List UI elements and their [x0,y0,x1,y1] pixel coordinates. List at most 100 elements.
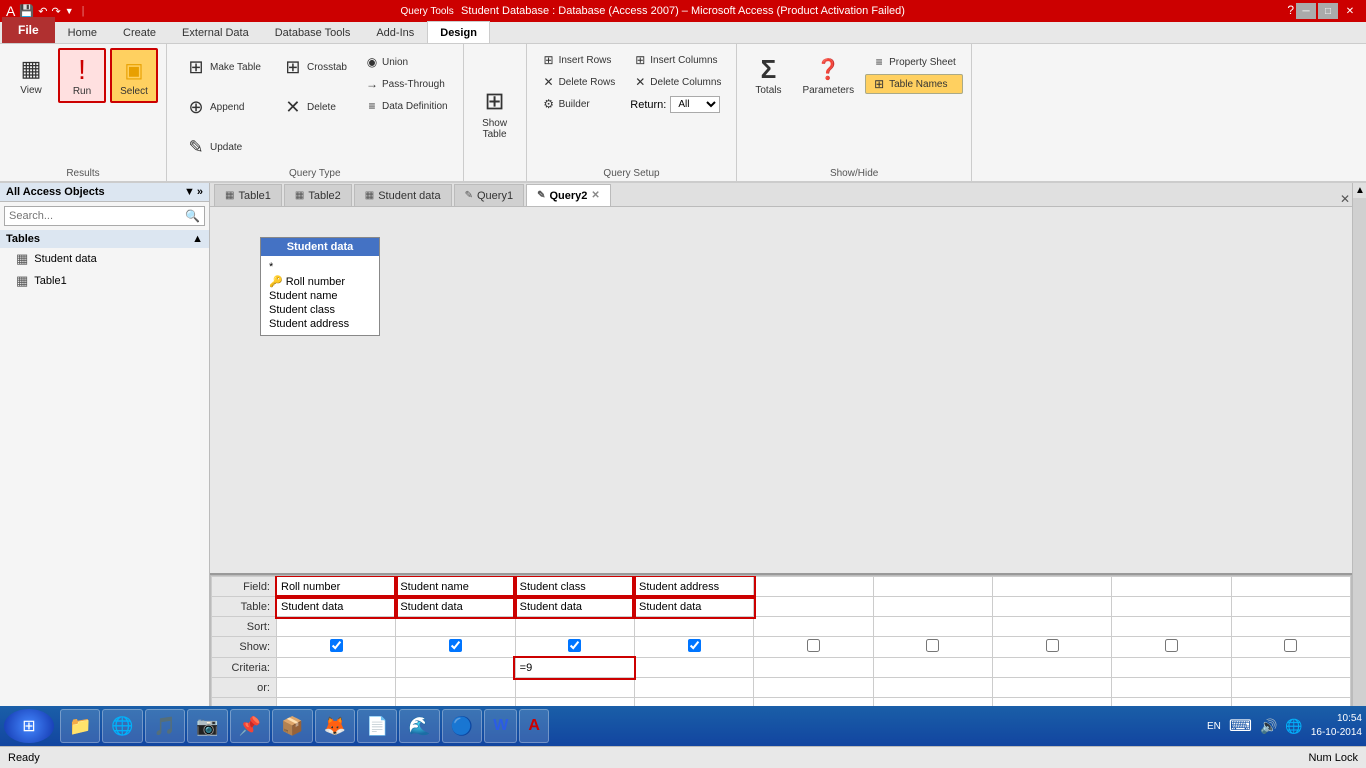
tab-query1[interactable]: ✎ Query1 [454,184,524,206]
table-col9[interactable] [1231,597,1350,617]
field-col7[interactable] [992,577,1111,597]
scroll-up[interactable]: ▲ [1353,183,1366,198]
table-col6[interactable] [873,597,992,617]
taskbar-box[interactable]: 📦 [272,709,312,743]
quick-access-dropdown[interactable]: ▼ [65,6,74,16]
tab-file[interactable]: File [2,17,55,43]
table-names-button[interactable]: ⊞ Table Names [865,74,963,94]
sort-col6[interactable] [873,617,992,637]
or-col9[interactable] [1231,678,1350,698]
delete-rows-button[interactable]: ✕ Delete Rows [535,72,623,92]
sidebar-item-student-data[interactable]: ▦ Student data [0,248,209,270]
sort-col7[interactable] [992,617,1111,637]
criteria-col3[interactable]: =9 [515,658,634,678]
show-col8[interactable] [1112,637,1231,658]
search-input[interactable] [9,210,185,222]
search-box[interactable]: 🔍 [4,206,205,226]
select-button[interactable]: ▣ Select [110,48,158,103]
criteria-col5[interactable] [754,658,873,678]
tables-section-header[interactable]: Tables ▲ [0,230,209,248]
sidebar-expand-icon[interactable]: » [197,186,203,198]
tab-home[interactable]: Home [55,21,110,43]
data-definition-button[interactable]: ≡ Data Definition [358,96,455,116]
show-check9[interactable] [1284,639,1297,652]
tab-query2[interactable]: ✎ Query2 ✕ [526,184,611,206]
taskbar-media[interactable]: 🎵 [145,709,185,743]
maximize-btn[interactable]: □ [1318,3,1338,19]
table-col7[interactable] [992,597,1111,617]
view-button[interactable]: ▦ View [8,48,54,101]
sort-col2[interactable] [396,617,515,637]
tab-table1[interactable]: ▦ Table1 [214,184,282,206]
show-check5[interactable] [807,639,820,652]
show-col1[interactable] [277,637,396,658]
make-table-button[interactable]: ⊞ Make Table [175,48,268,86]
quick-access-save[interactable]: 💾 [19,4,34,18]
tab-student-data[interactable]: ▦ Student data [354,184,452,206]
criteria-col4[interactable] [634,658,753,678]
table-col4[interactable]: Student data [634,597,753,617]
table-col2[interactable]: Student data [396,597,515,617]
union-button[interactable]: ◉ Union [358,52,455,72]
tab-create[interactable]: Create [110,21,169,43]
or-col8[interactable] [1112,678,1231,698]
crosstab-button[interactable]: ⊞ Crosstab [272,48,354,86]
tab-query2-close[interactable]: ✕ [591,190,599,201]
taskbar-camera[interactable]: 📷 [187,709,227,743]
show-col6[interactable] [873,637,992,658]
criteria-col6[interactable] [873,658,992,678]
tab-external[interactable]: External Data [169,21,262,43]
insert-columns-button[interactable]: ⊞ Insert Columns [626,50,728,70]
show-check3[interactable] [568,639,581,652]
taskbar-ie[interactable]: 🌐 [102,709,142,743]
table-col5[interactable] [754,597,873,617]
taskbar-chrome[interactable]: 🔵 [442,709,482,743]
show-check1[interactable] [330,639,343,652]
show-check2[interactable] [449,639,462,652]
field-col9[interactable] [1231,577,1350,597]
help-btn[interactable]: ? [1287,3,1294,19]
field-col6[interactable] [873,577,992,597]
delete-columns-button[interactable]: ✕ Delete Columns [626,72,728,92]
taskbar-access[interactable]: A [519,709,549,743]
sort-col9[interactable] [1231,617,1350,637]
quick-access-undo[interactable]: ↶ [38,5,47,18]
totals-button[interactable]: Σ Totals [745,48,791,101]
criteria-col8[interactable] [1112,658,1231,678]
show-check7[interactable] [1046,639,1059,652]
pass-through-button[interactable]: → Pass-Through [358,74,455,94]
start-button[interactable]: ⊞ [4,709,54,743]
taskbar-edge[interactable]: 🌊 [399,709,439,743]
taskbar-word[interactable]: W [484,709,517,743]
taskbar-explorer[interactable]: 📁 [60,709,100,743]
tab-bar-close[interactable]: ✕ [1340,192,1350,206]
show-col9[interactable] [1231,637,1350,658]
criteria-col2[interactable] [396,658,515,678]
tab-dbtools[interactable]: Database Tools [262,21,364,43]
show-col3[interactable] [515,637,634,658]
or-col1[interactable] [277,678,396,698]
taskbar-pdf[interactable]: 📄 [357,709,397,743]
field-col2[interactable]: Student name [396,577,515,597]
or-col2[interactable] [396,678,515,698]
sort-col1[interactable] [277,617,396,637]
taskbar-pin[interactable]: 📌 [230,709,270,743]
criteria-col7[interactable] [992,658,1111,678]
or-col6[interactable] [873,678,992,698]
table-col3[interactable]: Student data [515,597,634,617]
builder-button[interactable]: ⚙ Builder [535,94,623,114]
or-col5[interactable] [754,678,873,698]
show-col4[interactable] [634,637,753,658]
taskbar-firefox[interactable]: 🦊 [315,709,355,743]
sort-col8[interactable] [1112,617,1231,637]
show-col5[interactable] [754,637,873,658]
right-scrollbar[interactable]: ▲ ▼ [1352,183,1366,768]
show-check4[interactable] [688,639,701,652]
criteria-col1[interactable] [277,658,396,678]
or-col7[interactable] [992,678,1111,698]
update-button[interactable]: ✎ Update [175,128,268,166]
or-col4[interactable] [634,678,753,698]
show-col2[interactable] [396,637,515,658]
tab-table2[interactable]: ▦ Table2 [284,184,352,206]
tab-addins[interactable]: Add-Ins [363,21,427,43]
